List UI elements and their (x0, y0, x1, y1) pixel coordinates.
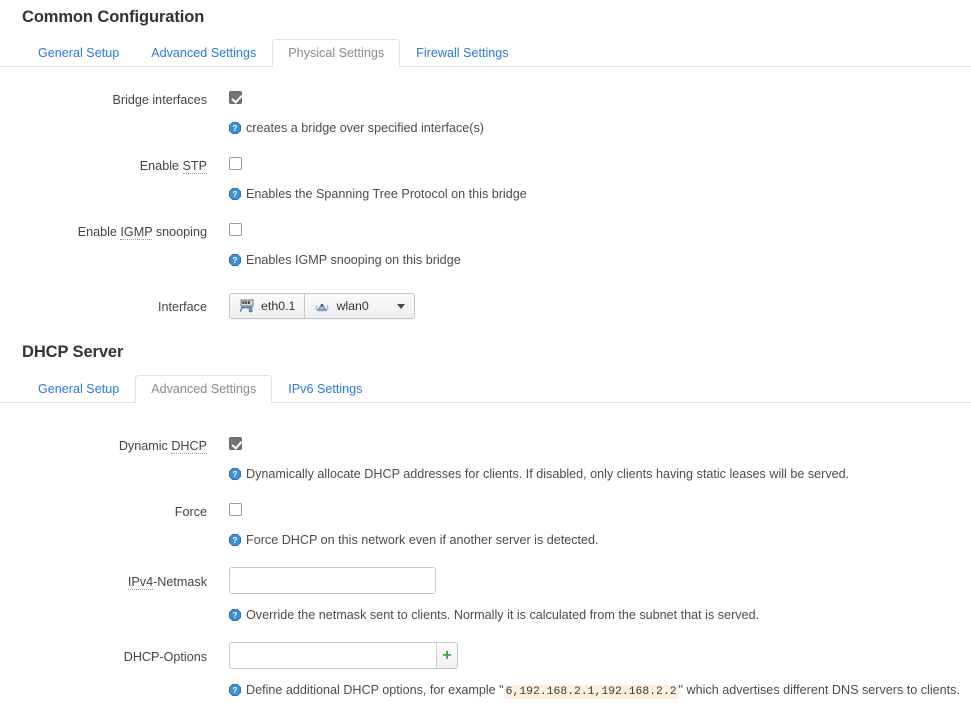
label-dynamic-dhcp-prefix: Dynamic (118, 439, 172, 453)
dhcp-server-title: DHCP Server (22, 343, 124, 361)
wireless-access-point-icon (316, 303, 329, 312)
help-text-bridge-interfaces: creates a bridge over specified interfac… (246, 121, 484, 135)
help-text-enable-igmp-snooping: Enables IGMP snooping on this bridge (246, 253, 461, 267)
help-enable-stp: ? Enables the Spanning Tree Protocol on … (229, 185, 949, 204)
common-configuration-section: Common Configuration General Setup Advan… (0, 0, 971, 319)
checkbox-dynamic-dhcp[interactable] (229, 437, 242, 450)
svg-text:?: ? (233, 256, 238, 265)
label-enable-stp: Enable STP (0, 155, 207, 174)
common-configuration-title: Common Configuration (22, 8, 205, 26)
control-ipv4-netmask: ? Override the netmask sent to clients. … (207, 567, 971, 625)
svg-text:?: ? (233, 190, 238, 199)
ethernet-adapter-icon (239, 299, 254, 313)
label-enable-stp-abbr: STP (182, 159, 207, 174)
label-ipv4-abbr: IPv4 (127, 575, 154, 590)
field-row-dhcp-options: DHCP-Options + ? Define additional DHCP … (0, 625, 971, 702)
interface-option-eth0-1-label: eth0.1 (261, 299, 296, 313)
svg-text:?: ? (233, 536, 238, 545)
help-text-ipv4-netmask: Override the netmask sent to clients. No… (246, 608, 760, 622)
svg-text:?: ? (233, 124, 238, 133)
help-text-dhcp-options: Define additional DHCP options, for exam… (246, 681, 960, 702)
help-text-dynamic-dhcp: Dynamically allocate DHCP addresses for … (246, 467, 850, 481)
help-icon: ? (229, 254, 241, 266)
control-enable-igmp-snooping: ? Enables IGMP snooping on this bridge (207, 221, 971, 270)
help-icon: ? (229, 122, 241, 134)
help-icon: ? (229, 609, 241, 621)
label-enable-stp-prefix: Enable (139, 159, 183, 173)
tab-dhcp-ipv6-settings[interactable]: IPv6 Settings (272, 375, 378, 403)
tab-dhcp-general-setup[interactable]: General Setup (22, 375, 135, 403)
help-icon: ? (229, 684, 241, 696)
control-interface: eth0.1 wlan0 (207, 293, 971, 319)
control-force: ? Force DHCP on this network even if ano… (207, 501, 971, 550)
label-bridge-interfaces: Bridge interfaces (112, 93, 207, 107)
tab-general-setup[interactable]: General Setup (22, 39, 135, 67)
help-dhcp-options-code: 6,192.168.2.1,192.168.2.2 (503, 685, 679, 699)
dhcp-advanced-settings-form: Dynamic DHCP ? Dynamically allocate DHCP… (0, 403, 971, 702)
field-row-enable-stp: Enable STP ? Enables the Spanning Tree P… (0, 138, 971, 204)
help-dynamic-dhcp: ? Dynamically allocate DHCP addresses fo… (229, 465, 971, 484)
control-dynamic-dhcp: ? Dynamically allocate DHCP addresses fo… (207, 435, 971, 484)
label-dhcp-options: DHCP-Options (123, 650, 207, 664)
field-row-ipv4-netmask: IPv4-Netmask ? Override the netmask sent… (0, 550, 971, 625)
checkbox-force[interactable] (229, 503, 242, 516)
dhcp-options-input[interactable] (229, 642, 436, 669)
tab-advanced-settings[interactable]: Advanced Settings (135, 39, 272, 67)
help-enable-igmp-snooping: ? Enables IGMP snooping on this bridge (229, 251, 949, 270)
label-dynamic-dhcp-abbr: DHCP (171, 439, 207, 454)
label-igmp-prefix: Enable (77, 225, 121, 239)
tab-physical-settings[interactable]: Physical Settings (272, 39, 401, 68)
help-text-force: Force DHCP on this network even if anoth… (246, 533, 599, 547)
label-netmask-suffix: -Netmask (153, 575, 207, 589)
label-dynamic-dhcp: Dynamic DHCP (0, 435, 207, 454)
control-bridge-interfaces: ? creates a bridge over specified interf… (207, 89, 971, 138)
field-row-interface: Interface eth0.1 wlan0 (0, 270, 971, 319)
help-force: ? Force DHCP on this network even if ano… (229, 531, 949, 550)
interface-option-wlan0[interactable]: wlan0 (304, 294, 414, 318)
control-dhcp-options: + ? Define additional DHCP options, for … (207, 642, 971, 702)
field-row-force: Force ? Force DHCP on this network even … (0, 484, 971, 550)
help-icon: ? (229, 188, 241, 200)
physical-settings-form: Bridge interfaces ? creates a bridge ove… (0, 67, 971, 319)
label-enable-igmp-snooping: Enable IGMP snooping (0, 221, 207, 240)
label-igmp-abbr: IGMP (120, 225, 153, 240)
interface-option-wlan0-label: wlan0 (336, 299, 369, 313)
help-text-enable-stp: Enables the Spanning Tree Protocol on th… (246, 187, 527, 201)
svg-text:?: ? (233, 686, 238, 695)
field-row-dynamic-dhcp: Dynamic DHCP ? Dynamically allocate DHCP… (0, 415, 971, 484)
common-configuration-tabbar: General Setup Advanced Settings Physical… (0, 39, 971, 68)
help-icon: ? (229, 534, 241, 546)
dhcp-server-section: DHCP Server General Setup Advanced Setti… (0, 343, 971, 702)
ipv4-netmask-input[interactable] (229, 567, 436, 594)
field-row-enable-igmp-snooping: Enable IGMP snooping ? Enables IGMP snoo… (0, 204, 971, 270)
svg-text:?: ? (233, 611, 238, 620)
help-icon: ? (229, 468, 241, 480)
help-dhcp-options-after: " which advertises different DNS servers… (678, 683, 960, 697)
help-ipv4-netmask: ? Override the netmask sent to clients. … (229, 606, 949, 625)
interface-selector[interactable]: eth0.1 wlan0 (229, 293, 415, 319)
chevron-down-icon[interactable] (396, 303, 405, 309)
checkbox-bridge-interfaces[interactable] (229, 91, 242, 104)
label-force: Force (174, 505, 207, 519)
tab-dhcp-advanced-settings[interactable]: Advanced Settings (135, 375, 273, 404)
interface-option-eth0-1[interactable]: eth0.1 (230, 294, 305, 318)
help-dhcp-options-before: Define additional DHCP options, for exam… (246, 683, 504, 697)
dhcp-options-input-group: + (229, 642, 458, 669)
luci-network-interface-config-page: Common Configuration General Setup Advan… (0, 0, 971, 715)
label-ipv4-netmask: IPv4-Netmask (0, 567, 207, 590)
label-igmp-suffix: snooping (152, 225, 207, 239)
tab-firewall-settings[interactable]: Firewall Settings (400, 39, 524, 67)
checkbox-enable-igmp-snooping[interactable] (229, 223, 242, 236)
field-row-bridge-interfaces: Bridge interfaces ? creates a bridge ove… (0, 79, 971, 138)
help-dhcp-options: ? Define additional DHCP options, for ex… (229, 681, 971, 702)
label-interface: Interface (157, 300, 207, 314)
checkbox-enable-stp[interactable] (229, 157, 242, 170)
svg-text:?: ? (233, 470, 238, 479)
help-bridge-interfaces: ? creates a bridge over specified interf… (229, 119, 949, 138)
control-enable-stp: ? Enables the Spanning Tree Protocol on … (207, 155, 971, 204)
dhcp-server-tabbar: General Setup Advanced Settings IPv6 Set… (0, 375, 971, 404)
add-dhcp-option-button[interactable]: + (436, 642, 458, 669)
